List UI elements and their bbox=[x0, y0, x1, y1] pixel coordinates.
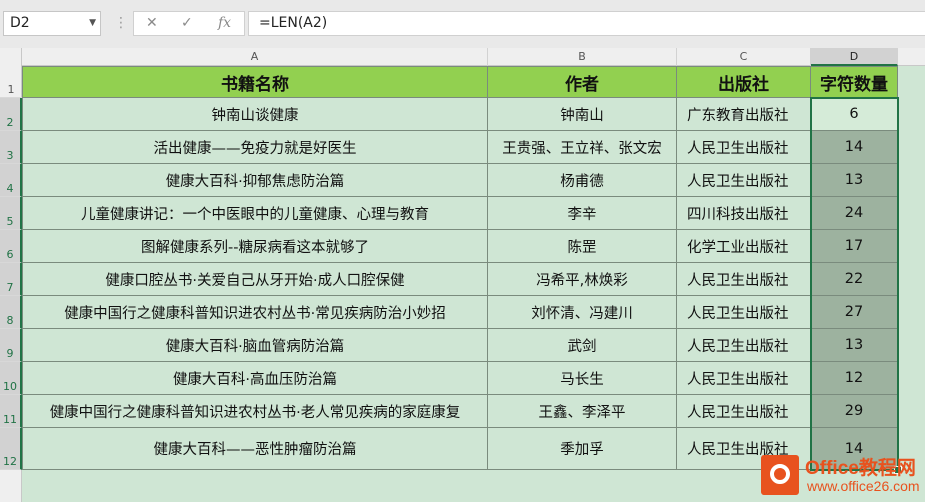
row-header-3[interactable]: 3 bbox=[0, 131, 22, 164]
row-header-12[interactable]: 12 bbox=[0, 428, 22, 470]
table-cell-title[interactable]: 健康大百科——恶性肿瘤防治篇 bbox=[22, 428, 488, 470]
watermark-logo: Office教程网 www.office26.com bbox=[757, 449, 925, 499]
cancel-icon[interactable]: ✕ bbox=[146, 15, 158, 31]
row-header-6[interactable]: 6 bbox=[0, 230, 22, 263]
column-header-d[interactable]: D bbox=[811, 48, 898, 66]
table-cell-title[interactable]: 钟南山谈健康 bbox=[22, 98, 488, 131]
table-cell-publisher[interactable]: 人民卫生出版社 bbox=[677, 395, 811, 428]
chevron-down-icon[interactable]: ▼ bbox=[89, 12, 96, 35]
table-cell-count[interactable]: 13 bbox=[811, 164, 898, 197]
office-logo-icon bbox=[761, 455, 799, 495]
table-cell-publisher[interactable]: 人民卫生出版社 bbox=[677, 362, 811, 395]
table-cell-title[interactable]: 健康中国行之健康科普知识进农村丛书·老人常见疾病的家庭康复 bbox=[22, 395, 488, 428]
name-box[interactable]: D2 ▼ bbox=[3, 11, 101, 36]
table-cell-author[interactable]: 李辛 bbox=[488, 197, 677, 230]
column-header-a[interactable]: A bbox=[22, 48, 488, 66]
table-cell-author[interactable]: 武剑 bbox=[488, 329, 677, 362]
table-cell-count[interactable]: 24 bbox=[811, 197, 898, 230]
row-header-10[interactable]: 10 bbox=[0, 362, 22, 395]
header-publisher[interactable]: 出版社 bbox=[677, 66, 811, 98]
table-cell-publisher[interactable]: 化学工业出版社 bbox=[677, 230, 811, 263]
row-header-9[interactable]: 9 bbox=[0, 329, 22, 362]
table-cell-author[interactable]: 钟南山 bbox=[488, 98, 677, 131]
header-book-title[interactable]: 书籍名称 bbox=[22, 66, 488, 98]
table-cell-author[interactable]: 冯希平,林焕彩 bbox=[488, 263, 677, 296]
table-cell-publisher[interactable]: 四川科技出版社 bbox=[677, 197, 811, 230]
select-all-corner[interactable] bbox=[0, 48, 22, 66]
table-cell-count[interactable]: 29 bbox=[811, 395, 898, 428]
table-cell-author[interactable]: 马长生 bbox=[488, 362, 677, 395]
table-cell-publisher[interactable]: 人民卫生出版社 bbox=[677, 131, 811, 164]
table-cell-author[interactable]: 季加孚 bbox=[488, 428, 677, 470]
table-cell-publisher[interactable]: 广东教育出版社 bbox=[677, 98, 811, 131]
table-cell-count[interactable]: 17 bbox=[811, 230, 898, 263]
watermark-url: www.office26.com bbox=[807, 478, 920, 494]
formula-bar: D2 ▼ ⋮ ✕ ✓ fx =LEN(A2) bbox=[0, 0, 925, 48]
column-header-b[interactable]: B bbox=[488, 48, 677, 66]
table-cell-author[interactable]: 王鑫、李泽平 bbox=[488, 395, 677, 428]
table-cell-title[interactable]: 图解健康系列--糖尿病看这本就够了 bbox=[22, 230, 488, 263]
header-char-count[interactable]: 字符数量 bbox=[811, 66, 898, 98]
table-cell-count[interactable]: 27 bbox=[811, 296, 898, 329]
table-cell-title[interactable]: 儿童健康讲记：一个中医眼中的儿童健康、心理与教育 bbox=[22, 197, 488, 230]
insert-function-icon[interactable]: fx bbox=[218, 15, 231, 31]
column-header-c[interactable]: C bbox=[677, 48, 811, 66]
row-header-5[interactable]: 5 bbox=[0, 197, 22, 230]
table-cell-publisher[interactable]: 人民卫生出版社 bbox=[677, 164, 811, 197]
table-cell-title[interactable]: 健康中国行之健康科普知识进农村丛书·常见疾病防治小妙招 bbox=[22, 296, 488, 329]
table-cell-title[interactable]: 健康大百科·脑血管病防治篇 bbox=[22, 329, 488, 362]
formula-input[interactable]: =LEN(A2) bbox=[248, 11, 925, 36]
row-header-8[interactable]: 8 bbox=[0, 296, 22, 329]
table-cell-title[interactable]: 健康大百科·高血压防治篇 bbox=[22, 362, 488, 395]
formula-buttons: ✕ ✓ fx bbox=[133, 11, 245, 36]
table-cell-publisher[interactable]: 人民卫生出版社 bbox=[677, 329, 811, 362]
table-cell-publisher[interactable]: 人民卫生出版社 bbox=[677, 296, 811, 329]
table-cell-title[interactable]: 健康口腔丛书·关爱自己从牙开始·成人口腔保健 bbox=[22, 263, 488, 296]
table-cell-count[interactable]: 13 bbox=[811, 329, 898, 362]
table-cell-publisher[interactable]: 人民卫生出版社 bbox=[677, 263, 811, 296]
table-cell-count[interactable]: 14 bbox=[811, 131, 898, 164]
enter-icon[interactable]: ✓ bbox=[181, 15, 193, 31]
more-options-icon[interactable]: ⋮ bbox=[114, 13, 128, 33]
header-author[interactable]: 作者 bbox=[488, 66, 677, 98]
table-cell-count[interactable]: 6 bbox=[811, 98, 898, 131]
table-cell-author[interactable]: 刘怀清、冯建川 bbox=[488, 296, 677, 329]
row-header-1[interactable]: 1 bbox=[0, 66, 22, 98]
table-cell-count[interactable]: 12 bbox=[811, 362, 898, 395]
watermark-title: Office教程网 bbox=[805, 458, 916, 479]
table-cell-title[interactable]: 健康大百科·抑郁焦虑防治篇 bbox=[22, 164, 488, 197]
row-header-7[interactable]: 7 bbox=[0, 263, 22, 296]
row-header-4[interactable]: 4 bbox=[0, 164, 22, 197]
name-box-value: D2 bbox=[10, 15, 30, 31]
table-cell-author[interactable]: 杨甫德 bbox=[488, 164, 677, 197]
table-cell-count[interactable]: 22 bbox=[811, 263, 898, 296]
table-cell-author[interactable]: 陈罡 bbox=[488, 230, 677, 263]
row-header-2[interactable]: 2 bbox=[0, 98, 22, 131]
row-header-11[interactable]: 11 bbox=[0, 395, 22, 428]
table-cell-author[interactable]: 王贵强、王立祥、张文宏 bbox=[488, 131, 677, 164]
table-cell-title[interactable]: 活出健康——免疫力就是好医生 bbox=[22, 131, 488, 164]
